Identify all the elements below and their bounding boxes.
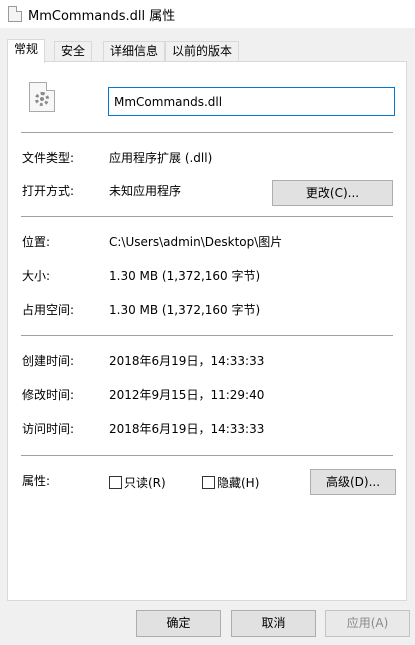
size-on-disk-label: 占用空间: xyxy=(22,303,75,317)
readonly-label: 只读(R) xyxy=(124,476,166,490)
file-type-label: 文件类型: xyxy=(22,151,75,165)
tab-security[interactable]: 安全 xyxy=(54,41,93,62)
hidden-checkbox[interactable]: 隐藏(H) xyxy=(202,476,264,490)
hidden-checkbox-box[interactable] xyxy=(202,476,215,489)
general-panel: 文件类型: 应用程序扩展 (.dll) 打开方式: 未知应用程序 更改(C)..… xyxy=(7,61,407,601)
size-on-disk-value: 1.30 MB (1,372,160 字节) xyxy=(109,303,261,317)
gear-icon xyxy=(35,92,49,106)
file-name-input[interactable] xyxy=(108,87,395,116)
opens-with-label: 打开方式: xyxy=(22,184,75,198)
accessed-label: 访问时间: xyxy=(22,422,75,436)
location-value: C:\Users\admin\Desktop\图片 xyxy=(109,235,283,249)
file-type-value: 应用程序扩展 (.dll) xyxy=(109,151,213,165)
modified-label: 修改时间: xyxy=(22,388,75,402)
accessed-value: 2018年6月19日，14:33:33 xyxy=(109,422,265,436)
attributes-label: 属性: xyxy=(22,474,51,488)
separator xyxy=(21,132,393,133)
created-value: 2018年6月19日，14:33:33 xyxy=(109,354,265,368)
readonly-checkbox[interactable]: 只读(R) xyxy=(109,476,171,490)
location-label: 位置: xyxy=(22,235,51,249)
readonly-checkbox-box[interactable] xyxy=(109,476,122,489)
modified-value: 2012年9月15日，11:29:40 xyxy=(109,388,265,402)
change-button[interactable]: 更改(C)... xyxy=(272,180,393,206)
ok-button[interactable]: 确定 xyxy=(136,610,221,637)
hidden-label: 隐藏(H) xyxy=(217,476,260,490)
tab-details[interactable]: 详细信息 xyxy=(103,41,166,62)
separator xyxy=(21,216,393,217)
tab-general[interactable]: 常规 xyxy=(7,39,46,63)
opens-with-value: 未知应用程序 xyxy=(109,184,182,198)
tab-previous-versions[interactable]: 以前的版本 xyxy=(165,41,240,62)
separator xyxy=(21,455,393,456)
window-title: MmCommands.dll 属性 xyxy=(28,9,176,24)
created-label: 创建时间: xyxy=(22,354,75,368)
separator xyxy=(21,335,393,336)
apply-button[interactable]: 应用(A) xyxy=(325,610,410,637)
size-label: 大小: xyxy=(22,269,51,283)
advanced-button[interactable]: 高级(D)... xyxy=(310,469,396,495)
size-value: 1.30 MB (1,372,160 字节) xyxy=(109,269,261,283)
dll-gear-file-icon xyxy=(29,82,55,112)
cancel-button[interactable]: 取消 xyxy=(231,610,316,637)
title-bar: MmCommands.dll 属性 xyxy=(0,0,415,28)
dll-file-icon xyxy=(8,6,22,22)
